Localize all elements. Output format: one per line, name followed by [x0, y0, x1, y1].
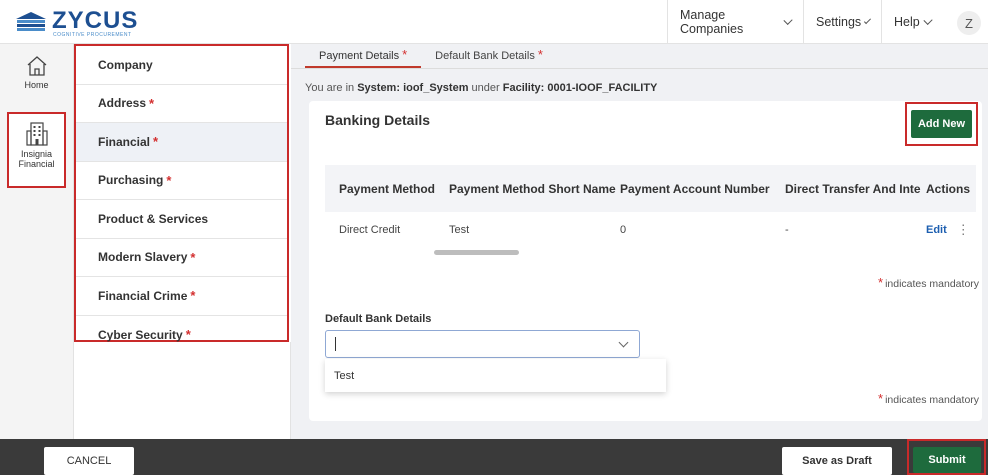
- cell-direct-transfer: -: [785, 224, 789, 236]
- settings-menu[interactable]: Settings: [803, 0, 881, 44]
- tab-default-bank-details[interactable]: Default Bank Details *: [421, 44, 557, 68]
- tab-label: Default Bank Details: [435, 50, 535, 62]
- section-label: Address: [98, 96, 147, 111]
- section-label: Product & Services: [98, 211, 209, 226]
- column-header: Actions: [926, 181, 971, 196]
- section-label: Financial: [98, 134, 151, 149]
- required-marker: *: [166, 172, 172, 188]
- submit-button[interactable]: Submit: [913, 447, 981, 473]
- section-item-product-services[interactable]: Product & Services: [76, 200, 287, 239]
- chevron-down-icon: [864, 16, 872, 24]
- chevron-down-icon: [783, 15, 793, 25]
- default-bank-card: Default Bank Details Test * indicates man…: [309, 293, 982, 421]
- section-item-company[interactable]: Company: [76, 46, 287, 85]
- rail-item-home[interactable]: Home: [0, 54, 73, 104]
- save-as-draft-button[interactable]: Save as Draft: [782, 447, 892, 475]
- breadcrumb-system-label: System:: [357, 82, 404, 94]
- cancel-button[interactable]: CANCEL: [44, 447, 134, 475]
- cell-actions: Edit ⋮: [922, 212, 976, 248]
- section-item-modern-slavery[interactable]: Modern Slavery *: [76, 239, 287, 277]
- zycus-logo[interactable]: ZYCUS COGNITIVE PROCUREMENT: [14, 7, 144, 38]
- cell-payment-method: Direct Credit: [339, 224, 401, 236]
- help-label: Help: [894, 15, 920, 29]
- chevron-down-icon: [618, 337, 629, 348]
- action-footer: CANCEL Save as Draft Submit: [0, 439, 988, 475]
- required-marker: *: [878, 275, 884, 290]
- column-header: Payment Method: [339, 181, 436, 196]
- edit-link[interactable]: Edit: [926, 224, 947, 236]
- section-item-financial-crime[interactable]: Financial Crime *: [76, 277, 287, 316]
- banking-table-header: Payment Method Payment Method Short Name…: [325, 165, 976, 212]
- text-cursor: [335, 337, 336, 351]
- add-new-button[interactable]: Add New: [911, 110, 972, 138]
- required-marker: *: [153, 134, 159, 150]
- home-icon: [27, 56, 46, 76]
- context-breadcrumb: You are in System: ioof_System under Fac…: [305, 82, 657, 94]
- mandatory-note-text: indicates mandatory: [885, 278, 980, 290]
- required-marker: *: [190, 249, 196, 265]
- table-horizontal-scrollbar[interactable]: [434, 250, 519, 255]
- section-label: Modern Slavery: [98, 250, 188, 265]
- dropdown-option-test[interactable]: Test: [325, 359, 666, 392]
- section-nav-filler: [74, 342, 291, 439]
- tab-divider: [291, 68, 988, 69]
- section-item-address[interactable]: Address *: [76, 85, 287, 123]
- section-nav: Company Address * Financial * Purchasing * …: [74, 44, 289, 342]
- breadcrumb-mid: under: [468, 82, 503, 94]
- user-avatar[interactable]: Z: [957, 11, 981, 35]
- column-header: Direct Transfer And International: [785, 181, 921, 196]
- manage-companies-label: Manage Companies: [680, 8, 744, 36]
- required-marker: *: [402, 47, 408, 62]
- manage-companies-menu[interactable]: Manage Companies: [667, 0, 803, 44]
- required-marker: *: [185, 327, 191, 343]
- brand-name: ZYCUS: [52, 7, 139, 34]
- cell-short-name: Test: [449, 224, 470, 236]
- zycus-logo-mark-icon: [16, 12, 46, 31]
- chevron-down-icon: [923, 15, 933, 25]
- default-bank-select[interactable]: [325, 330, 640, 358]
- org-label-line1: Insignia: [20, 149, 53, 159]
- section-label: Company: [98, 57, 153, 72]
- column-header: Payment Method Short Name: [449, 181, 616, 196]
- tab-payment-details[interactable]: Payment Details *: [305, 44, 422, 68]
- settings-label: Settings: [816, 15, 862, 29]
- section-label: Financial Crime: [98, 288, 188, 303]
- help-menu[interactable]: Help: [881, 0, 943, 44]
- column-header: Payment Account Number: [620, 181, 770, 196]
- breadcrumb-facility-value: 0001-IOOF_FACILITY: [547, 82, 658, 94]
- section-label: Cyber Security: [98, 327, 183, 342]
- required-marker: *: [149, 95, 155, 111]
- cell-account-number: 0: [620, 224, 627, 236]
- left-rail: Home Insignia Financial: [0, 44, 74, 439]
- home-label: Home: [24, 80, 49, 90]
- submit-highlight: Submit: [907, 439, 986, 475]
- top-header: ZYCUS COGNITIVE PROCUREMENT Manage Compa…: [0, 0, 988, 44]
- required-marker: *: [537, 47, 543, 62]
- building-icon: [25, 122, 48, 146]
- mandatory-note-text: indicates mandatory: [885, 394, 980, 406]
- brand-tagline: COGNITIVE PROCUREMENT: [53, 32, 132, 38]
- default-bank-label: Default Bank Details: [325, 313, 432, 325]
- breadcrumb-system-value: ioof_System: [403, 82, 469, 94]
- breadcrumb-facility-label: Facility:: [502, 82, 548, 94]
- tab-bar: Payment Details * Default Bank Details *: [305, 44, 557, 68]
- add-new-highlight: Add New: [905, 102, 978, 146]
- org-label-line2: Financial: [18, 159, 55, 169]
- section-item-purchasing[interactable]: Purchasing *: [76, 162, 287, 200]
- rail-item-insignia-financial[interactable]: Insignia Financial: [7, 112, 66, 188]
- required-marker: *: [878, 391, 884, 406]
- mandatory-note: * indicates mandatory: [878, 275, 979, 290]
- section-item-financial[interactable]: Financial *: [76, 123, 287, 162]
- table-row: Direct Credit Test 0 - Edit ⋮: [325, 212, 976, 248]
- more-vertical-icon[interactable]: ⋮: [957, 222, 970, 238]
- section-label: Purchasing: [98, 173, 164, 188]
- tab-label: Payment Details: [319, 50, 400, 62]
- breadcrumb-prefix: You are in: [305, 82, 358, 94]
- required-marker: *: [190, 288, 196, 304]
- main-content: Payment Details * Default Bank Details * Y…: [291, 44, 988, 439]
- banking-details-title: Banking Details: [325, 112, 431, 128]
- mandatory-note: * indicates mandatory: [878, 391, 979, 406]
